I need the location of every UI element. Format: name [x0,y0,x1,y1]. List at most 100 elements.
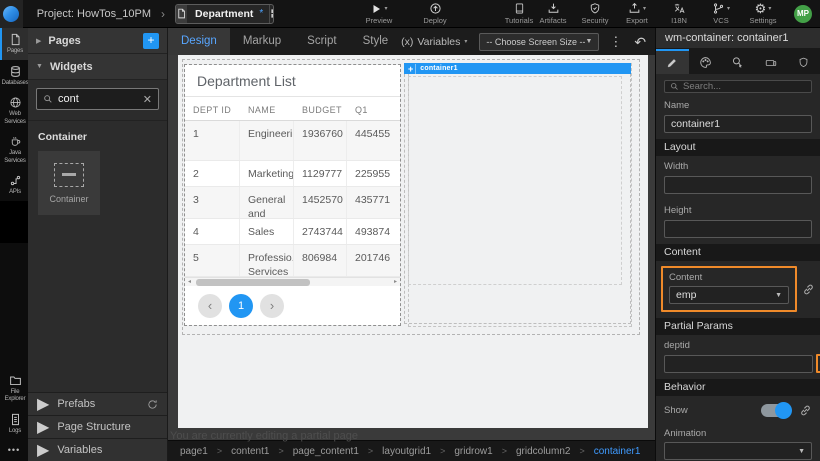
breadcrumb-item[interactable]: gridcolumn2 [516,446,570,457]
tab-script[interactable]: Script [294,28,349,55]
rail-divider [0,201,28,243]
tab-design[interactable]: Design [168,28,230,55]
tab-security[interactable] [787,49,820,74]
container-widget-icon [54,163,84,187]
shield-icon [798,56,809,69]
column-header[interactable]: BUDGET [294,97,347,120]
tab-events[interactable] [722,49,755,74]
rail-item-apis[interactable]: APIs [0,169,28,201]
more-menu-icon[interactable]: ⋮ [609,34,622,50]
container1-body[interactable] [404,74,631,324]
page-structure-section-header[interactable]: ▶ Page Structure [28,415,167,438]
security-button[interactable]: Security [578,2,612,25]
screen-size-select[interactable]: -- Choose Screen Size -- ▼ [479,33,599,51]
artifacts-button[interactable]: Artifacts [536,2,570,25]
refresh-icon[interactable] [147,399,158,410]
container1-widget[interactable]: + container1 [404,63,631,324]
breadcrumb-item[interactable]: page1 [180,446,208,457]
table-row[interactable]: 4 Sales 2743744 493874 [185,219,400,245]
tab-devices[interactable] [754,49,787,74]
tutorials-button[interactable]: Tutorials [502,2,536,25]
department-table-widget[interactable]: Department List DEPT ID NAME BUDGET Q1 1… [185,65,400,325]
vcs-button[interactable]: ▾ VCS [704,2,738,25]
width-input[interactable] [664,176,812,194]
undo-button[interactable]: ↶ [634,35,646,49]
prefabs-section-header[interactable]: ▶ Prefabs [28,392,167,415]
deptid-label: deptid [664,340,812,351]
design-canvas[interactable]: Department List DEPT ID NAME BUDGET Q1 1… [168,55,655,440]
rail-item-file-explorer[interactable]: File Explorer [0,369,28,408]
rail-item-pages[interactable]: Pages [0,28,28,60]
bind-link-icon[interactable] [802,283,815,296]
show-toggle[interactable] [761,404,791,417]
variables-section-header[interactable]: ▶ Variables [28,438,167,461]
name-field-group: Name [656,95,820,139]
deploy-button[interactable]: Deploy [418,2,452,25]
breadcrumb-item[interactable]: page_content1 [293,446,359,457]
breadcrumb-item[interactable]: content1 [231,446,269,457]
more-options-icon[interactable]: ••• [0,439,28,461]
properties-search-input[interactable] [683,81,806,92]
device-icon [764,57,778,69]
section-layout: Layout [656,139,820,156]
widget-search-input[interactable] [58,93,138,105]
widgets-panel: ▶ Pages + ▼ Widgets ✕ Container Containe… [28,28,168,461]
widgets-section-header[interactable]: ▼ Widgets [28,54,167,80]
table-horizontal-scrollbar[interactable]: ◂ ▸ [185,277,400,286]
export-button[interactable]: ▾ Export [620,2,654,25]
page-selector-dropdown[interactable]: Department * [175,4,274,24]
wavemaker-logo-icon [3,6,19,22]
rail-item-web-services[interactable]: Web Services [0,91,28,130]
bind-link-icon[interactable] [799,404,812,417]
column-header[interactable]: NAME [240,97,294,120]
breadcrumb-item[interactable]: gridrow1 [454,446,492,457]
app-logo[interactable] [0,0,23,28]
triangle-expanded-icon: ▼ [36,63,43,70]
rail-item-databases[interactable]: Databases [0,60,28,92]
name-label: Name [664,100,812,111]
variables-button[interactable]: (x) Variables ▾ [401,36,467,48]
pagination-prev-button[interactable]: ‹ [198,294,222,318]
properties-search-box[interactable] [664,80,812,93]
table-row[interactable]: 1 Engineeri... 1936760 445455 [185,121,400,161]
tab-styles[interactable] [689,49,722,74]
widget-search-box[interactable]: ✕ [36,88,159,110]
animation-select[interactable]: ▼ [664,442,812,460]
globe-icon [9,96,22,109]
breadcrumb-item[interactable]: layoutgrid1 [382,446,431,457]
container1-selection-bar[interactable]: + container1 [404,63,631,74]
tab-style[interactable]: Style [350,28,402,55]
i18n-button[interactable]: I18N [662,2,696,25]
column-header[interactable]: Q1 [347,97,400,120]
pagination-current-page[interactable]: 1 [229,294,253,318]
preview-button[interactable]: ▾ Preview [362,2,396,25]
widget-breadcrumb: page1> content1> page_content1> layoutgr… [168,440,655,461]
pagination-next-button[interactable]: › [260,294,284,318]
table-row[interactable]: 5 Professio.. Services 806984 201746 [185,245,400,277]
settings-button[interactable]: ⚙▾ Settings [746,2,780,25]
rail-item-java-services[interactable]: Java Services [0,130,28,169]
tab-properties[interactable] [656,49,689,74]
grid-view-icon[interactable] [269,5,274,23]
scrollbar-thumb[interactable] [196,279,310,286]
artifacts-icon [547,2,560,15]
container1-label: container1 [420,65,457,72]
page-canvas[interactable]: Department List DEPT ID NAME BUDGET Q1 1… [178,55,648,428]
breadcrumb-item-active[interactable]: container1 [594,446,641,457]
deptid-input[interactable] [664,355,813,373]
name-input[interactable] [664,115,812,133]
palette-icon [699,56,712,69]
container-widget-tile[interactable]: Container [38,151,100,215]
pages-section-header[interactable]: ▶ Pages + [28,28,167,54]
user-avatar[interactable]: MP [794,5,812,23]
add-page-button[interactable]: + [143,33,159,49]
content-select[interactable]: emp ▼ [669,286,789,304]
clear-search-icon[interactable]: ✕ [143,93,152,106]
tab-markup[interactable]: Markup [230,28,294,55]
move-handle-icon[interactable]: + [406,64,416,74]
table-row[interactable]: 3 General and Admin 1452570 435771 [185,187,400,219]
table-row[interactable]: 2 Marketing 1129777 225955 [185,161,400,187]
column-header[interactable]: DEPT ID [185,97,240,120]
rail-item-logs[interactable]: Logs [0,408,28,440]
height-input[interactable] [664,220,812,238]
